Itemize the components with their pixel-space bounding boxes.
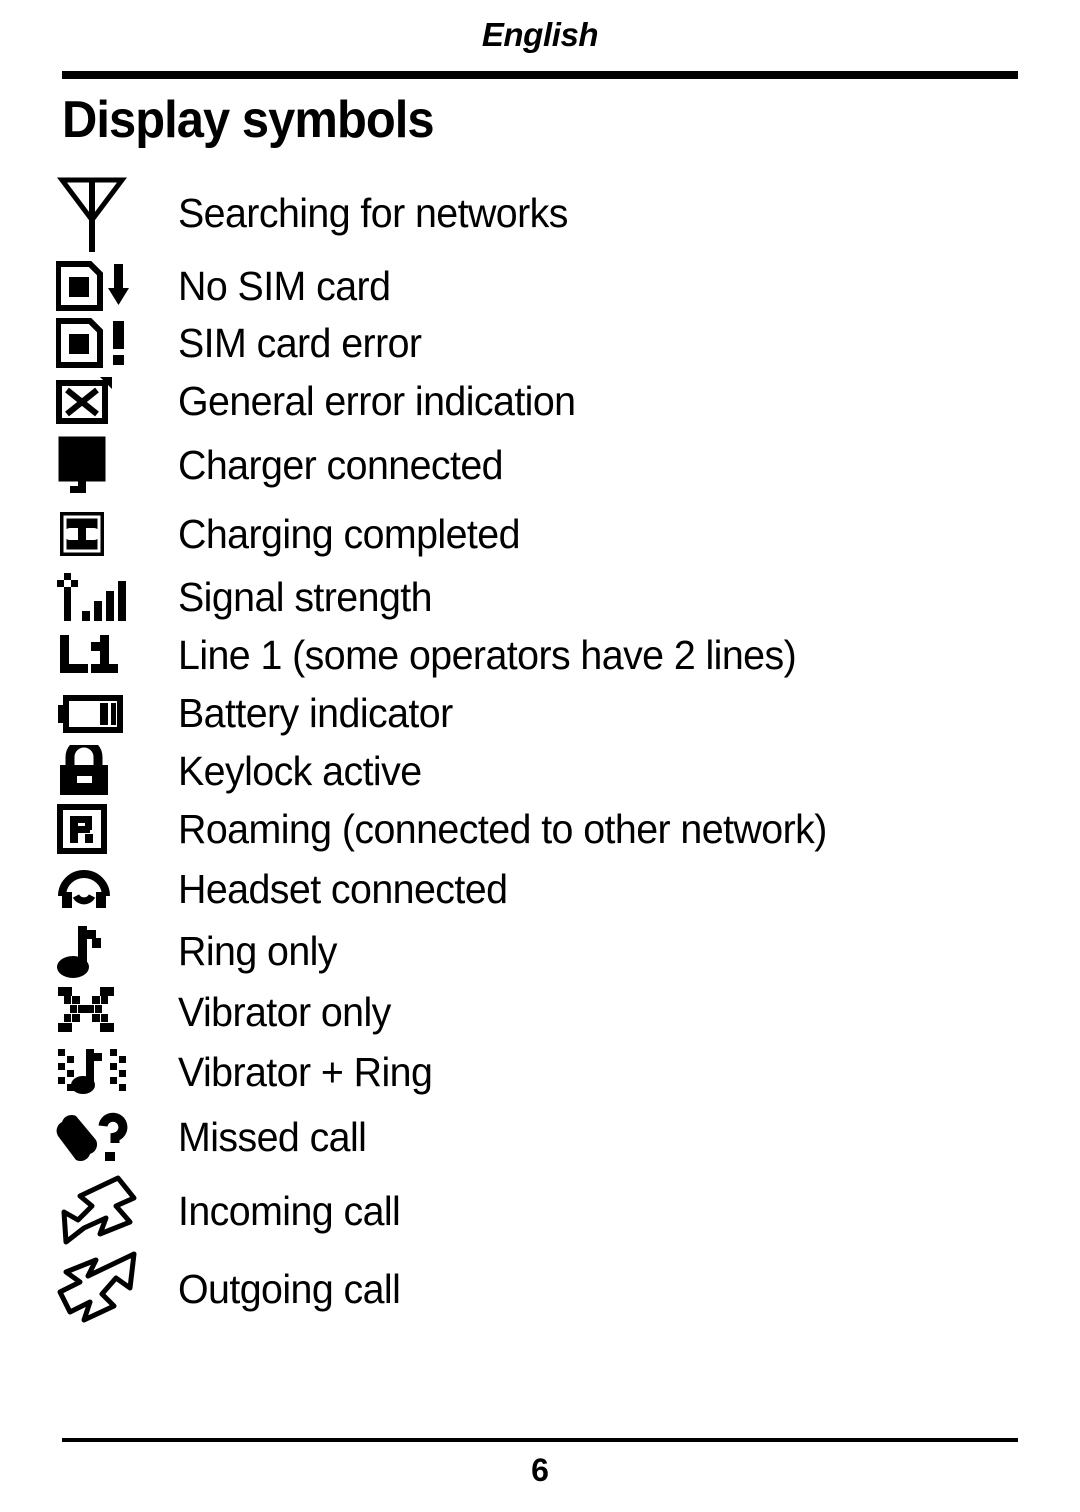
symbol-label: Searching for networks [178, 190, 568, 237]
symbol-row: Ring only [0, 921, 1080, 983]
line-one-icon [56, 631, 178, 681]
keylock-padlock-icon [56, 744, 178, 799]
sim-card-error-icon [56, 317, 178, 369]
symbol-label: No SIM card [178, 262, 391, 309]
symbol-label: General error indication [178, 377, 576, 424]
vibrator-icon [56, 985, 178, 1041]
symbol-row: Signal strength [0, 569, 1080, 627]
symbol-row: Charging completed [0, 501, 1080, 569]
charging-completed-icon [56, 508, 178, 562]
battery-indicator-icon [56, 692, 178, 736]
symbol-label: Ring only [178, 928, 337, 975]
header-rule-lower [62, 75, 1018, 79]
headset-icon [56, 866, 178, 914]
symbol-label: Outgoing call [178, 1266, 401, 1313]
symbol-row: Battery indicator [0, 685, 1080, 743]
symbol-label: Keylock active [178, 748, 422, 795]
symbol-row: Keylock active [0, 743, 1080, 801]
page-footer: 6 [0, 1438, 1080, 1512]
roaming-icon [56, 803, 178, 856]
symbol-label: SIM card error [178, 319, 422, 366]
symbol-label: Roaming (connected to other network) [178, 806, 827, 853]
symbol-row: General error indication [0, 372, 1080, 431]
symbol-label: Charger connected [178, 442, 504, 489]
incoming-call-arrow-icon [56, 1172, 178, 1252]
symbol-label: Headset connected [178, 866, 508, 913]
symbol-row: Headset connected [0, 859, 1080, 921]
symbol-label: Incoming call [178, 1188, 401, 1235]
symbol-row: Searching for networks [0, 170, 1080, 258]
symbol-label: Vibrator + Ring [178, 1049, 433, 1096]
symbol-row: Vibrator + Ring [0, 1043, 1080, 1103]
page-header: English Display symbols [0, 0, 1080, 148]
signal-strength-icon [56, 571, 178, 625]
symbol-row: SIM card error [0, 315, 1080, 372]
symbol-row: Roaming (connected to other network) [0, 801, 1080, 859]
symbol-label: Battery indicator [178, 690, 453, 737]
symbol-row: Line 1 (some operators have 2 lines) [0, 627, 1080, 685]
symbol-row: Missed call [0, 1103, 1080, 1173]
vibrator-ring-icon [56, 1045, 178, 1101]
symbol-label: Line 1 (some operators have 2 lines) [178, 632, 797, 679]
sim-card-missing-icon [56, 260, 178, 312]
document-page: English Display symbols Searching for ne… [0, 0, 1080, 1512]
display-symbols-list: Searching for networks No SIM card SIM c… [0, 170, 1080, 1438]
missed-call-icon [56, 1110, 178, 1166]
symbol-label: Signal strength [178, 574, 433, 621]
language-heading: English [481, 16, 599, 53]
symbol-row: Vibrator only [0, 983, 1080, 1043]
symbol-label: Vibrator only [178, 989, 391, 1036]
symbol-label: Charging completed [178, 511, 520, 558]
general-error-icon [56, 375, 178, 427]
symbol-row: No SIM card [0, 258, 1080, 315]
charger-connected-icon [56, 435, 178, 497]
page-title: Display symbols [62, 91, 435, 149]
symbol-label: Missed call [178, 1114, 367, 1161]
symbol-row: Charger connected [0, 431, 1080, 501]
symbol-row: Incoming call [0, 1173, 1080, 1251]
ring-note-icon [56, 924, 178, 980]
antenna-searching-icon [56, 172, 178, 256]
outgoing-call-arrow-icon [56, 1250, 178, 1330]
symbol-row: Outgoing call [0, 1251, 1080, 1329]
page-number: 6 [531, 1452, 549, 1488]
